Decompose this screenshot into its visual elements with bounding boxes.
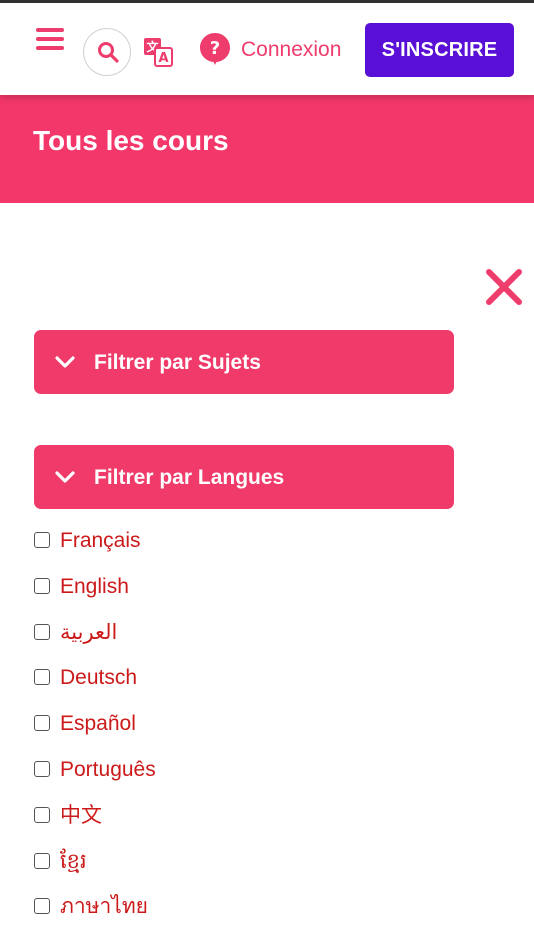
checkbox[interactable] xyxy=(34,532,50,548)
checkbox[interactable] xyxy=(34,577,50,594)
page-title-band: Tous les cours xyxy=(0,95,534,203)
page-title: Tous les cours xyxy=(33,125,229,156)
svg-text:?: ? xyxy=(210,38,220,59)
checkbox[interactable] xyxy=(34,806,50,823)
search-button[interactable] xyxy=(83,28,131,76)
checkbox[interactable] xyxy=(34,760,50,777)
filter-subjects-label: Filtrer par Sujets xyxy=(94,351,261,374)
language-option-portugues[interactable]: Português xyxy=(34,756,494,802)
chevron-down-icon xyxy=(55,471,75,483)
checkbox[interactable] xyxy=(34,623,50,640)
checkbox[interactable] xyxy=(34,852,50,869)
filter-subjects-toggle[interactable]: Filtrer par Sujets xyxy=(34,330,454,394)
login-link[interactable]: Connexion xyxy=(241,38,341,62)
language-option-thai[interactable]: ภาษาไทย xyxy=(34,893,494,939)
language-option-khmer[interactable]: ខ្មែរ xyxy=(34,848,494,894)
help-icon[interactable]: ? xyxy=(199,32,231,66)
language-label[interactable]: 中文 xyxy=(60,802,102,830)
language-option-arabic[interactable]: العربية xyxy=(34,619,494,665)
chevron-down-icon xyxy=(55,356,75,368)
language-option-chinese[interactable]: 中文 xyxy=(34,802,494,848)
language-option-deutsch[interactable]: Deutsch xyxy=(34,664,494,710)
language-label[interactable]: العربية xyxy=(60,619,117,647)
language-label[interactable]: ภาษาไทย xyxy=(60,893,148,921)
filter-languages-label: Filtrer par Langues xyxy=(94,466,285,489)
language-option-espanol[interactable]: Español xyxy=(34,710,494,756)
language-label[interactable]: Deutsch xyxy=(60,664,137,692)
filter-languages-toggle[interactable]: Filtrer par Langues xyxy=(34,445,454,509)
search-icon xyxy=(98,42,119,63)
close-icon[interactable] xyxy=(485,268,523,306)
svg-text:A: A xyxy=(158,51,168,66)
top-header: 文 A ? Connexion S'INSCRIRE xyxy=(0,0,534,95)
language-label[interactable]: Español xyxy=(60,710,136,738)
hamburger-icon[interactable] xyxy=(36,27,64,55)
checkbox[interactable] xyxy=(34,669,50,686)
signup-button[interactable]: S'INSCRIRE xyxy=(365,23,514,77)
language-label[interactable]: Français xyxy=(60,527,141,555)
language-label[interactable]: Português xyxy=(60,756,156,784)
checkbox[interactable] xyxy=(34,715,50,732)
language-option-francais[interactable]: Français xyxy=(34,527,494,573)
language-label[interactable]: English xyxy=(60,573,129,601)
language-label[interactable]: ខ្មែរ xyxy=(60,848,87,876)
translate-icon[interactable]: 文 A xyxy=(142,36,174,68)
language-option-english[interactable]: English xyxy=(34,573,494,619)
language-options-list: Français English العربية Deutsch Español… xyxy=(34,527,494,939)
